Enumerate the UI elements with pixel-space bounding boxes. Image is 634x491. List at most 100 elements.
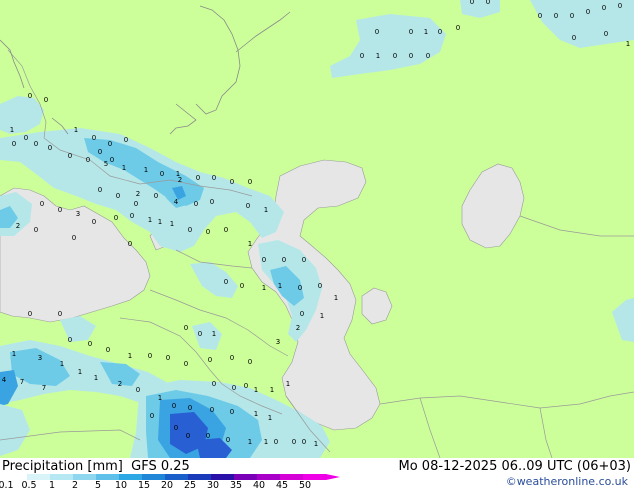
value-marker: 0 xyxy=(486,0,490,6)
value-marker: 0 xyxy=(618,2,622,10)
value-marker: 0 xyxy=(375,28,379,36)
value-marker: 0 xyxy=(68,152,72,160)
value-marker: 0 xyxy=(172,402,176,410)
value-marker: 1 xyxy=(334,294,338,302)
value-marker: 1 xyxy=(12,350,16,358)
value-marker: 0 xyxy=(554,12,558,20)
value-marker: 1 xyxy=(248,438,252,446)
value-marker: 0 xyxy=(124,136,128,144)
value-marker: 1 xyxy=(268,414,272,422)
value-marker: 0 xyxy=(226,436,230,444)
value-marker: 0 xyxy=(300,310,304,318)
scale-label: 40 xyxy=(252,480,266,491)
value-marker: 1 xyxy=(278,282,282,290)
value-marker: 0 xyxy=(68,336,72,344)
value-marker: 5 xyxy=(104,160,108,168)
value-marker: 0 xyxy=(409,52,413,60)
scale-label: 35 xyxy=(229,480,243,491)
value-marker: 0 xyxy=(24,134,28,142)
precipitation-map[interactable]: 0 0 00 00 1 0 0 0010 0 0 0 0 00 010 0100 000 0100 0005 1 1 0… xyxy=(0,0,634,458)
value-marker: 0 xyxy=(409,28,413,36)
value-marker: 0 xyxy=(224,226,228,234)
color-scale-labels: 0.1 0.5 1 2 5 10 15 20 25 30 35 40 45 50 xyxy=(0,480,332,491)
value-marker: 0 xyxy=(292,438,296,446)
value-marker: 1 xyxy=(320,312,324,320)
scale-label: 10 xyxy=(114,480,128,491)
value-marker: 1 xyxy=(78,368,82,376)
scale-label: 0.1 xyxy=(0,480,14,491)
value-marker: 2 xyxy=(136,190,140,198)
value-marker: 0 xyxy=(318,282,322,290)
scale-label: 5 xyxy=(94,480,102,491)
value-marker: 1 xyxy=(94,374,98,382)
scale-label: 20 xyxy=(160,480,174,491)
map-title: Precipitation [mm] GFS 0.25 xyxy=(2,459,190,474)
valid-time: Mo 08-12-2025 06..09 UTC (06+03) xyxy=(398,459,632,474)
value-marker: 0 xyxy=(570,12,574,20)
scale-label: 25 xyxy=(183,480,197,491)
value-marker: 1 xyxy=(60,360,64,368)
value-marker: 0 xyxy=(244,382,248,390)
value-marker: 0 xyxy=(210,198,214,206)
value-marker: 1 xyxy=(376,52,380,60)
value-marker: 1 xyxy=(144,166,148,174)
value-marker: 0 xyxy=(194,200,198,208)
value-marker: 0 xyxy=(28,310,32,318)
value-marker: 0 xyxy=(198,330,202,338)
value-marker: 0 xyxy=(604,30,608,38)
value-marker: 0 xyxy=(12,140,16,148)
value-marker: 0 xyxy=(282,256,286,264)
value-marker: 0 xyxy=(160,170,164,178)
value-marker: 1 xyxy=(128,352,132,360)
value-marker: 1 xyxy=(248,240,252,248)
value-marker: 1 xyxy=(264,438,268,446)
value-marker: 2 xyxy=(118,380,122,388)
value-marker: 0 xyxy=(230,354,234,362)
value-marker: 1 xyxy=(254,410,258,418)
map-footer: Precipitation [mm] GFS 0.25 Mo 08-12-202… xyxy=(0,458,634,491)
credit-link[interactable]: ©weatheronline.co.uk xyxy=(506,475,628,488)
value-marker: 0 xyxy=(210,406,214,414)
value-marker: 0 xyxy=(274,438,278,446)
value-marker: 1 xyxy=(626,40,630,48)
value-marker: 0 xyxy=(230,178,234,186)
value-marker: 4 xyxy=(2,376,7,384)
value-marker: 3 xyxy=(76,210,80,218)
value-marker: 0 xyxy=(58,206,62,214)
value-marker: 0 xyxy=(262,256,266,264)
value-marker: 0 xyxy=(184,360,188,368)
value-marker: 1 xyxy=(254,386,258,394)
value-marker: 0 xyxy=(196,174,200,182)
value-marker: 0 xyxy=(28,92,32,100)
value-marker: 0 xyxy=(150,412,154,420)
value-marker: 1 xyxy=(264,206,268,214)
value-marker: 0 xyxy=(302,438,306,446)
value-marker: 0 xyxy=(154,192,158,200)
value-marker: 0 xyxy=(302,256,306,264)
value-marker: 0 xyxy=(166,354,170,362)
value-marker: 0 xyxy=(456,24,460,32)
value-marker: 7 xyxy=(20,378,24,386)
value-marker: 1 xyxy=(212,330,216,338)
value-marker: 7 xyxy=(42,384,46,392)
value-marker: 0 xyxy=(208,356,212,364)
value-marker: 1 xyxy=(10,126,14,134)
value-marker: 0 xyxy=(426,52,430,60)
value-marker: 1 xyxy=(170,220,174,228)
color-scale: 0.1 0.5 1 2 5 10 15 20 25 30 35 40 45 50 xyxy=(0,474,340,491)
value-marker: 0 xyxy=(188,226,192,234)
value-marker: 0 xyxy=(246,202,250,210)
value-marker: 0 xyxy=(393,52,397,60)
value-marker: 0 xyxy=(106,346,110,354)
value-marker: 0 xyxy=(58,310,62,318)
value-marker: 0 xyxy=(148,352,152,360)
value-marker: 0 xyxy=(92,218,96,226)
value-marker: 0 xyxy=(224,278,228,286)
value-marker: 0 xyxy=(586,8,590,16)
value-marker: 1 xyxy=(424,28,428,36)
value-marker: 0 xyxy=(230,408,234,416)
value-marker: 0 xyxy=(360,52,364,60)
value-marker: 0 xyxy=(40,200,44,208)
value-marker: 0 xyxy=(44,96,48,104)
value-marker: 0 xyxy=(134,200,138,208)
